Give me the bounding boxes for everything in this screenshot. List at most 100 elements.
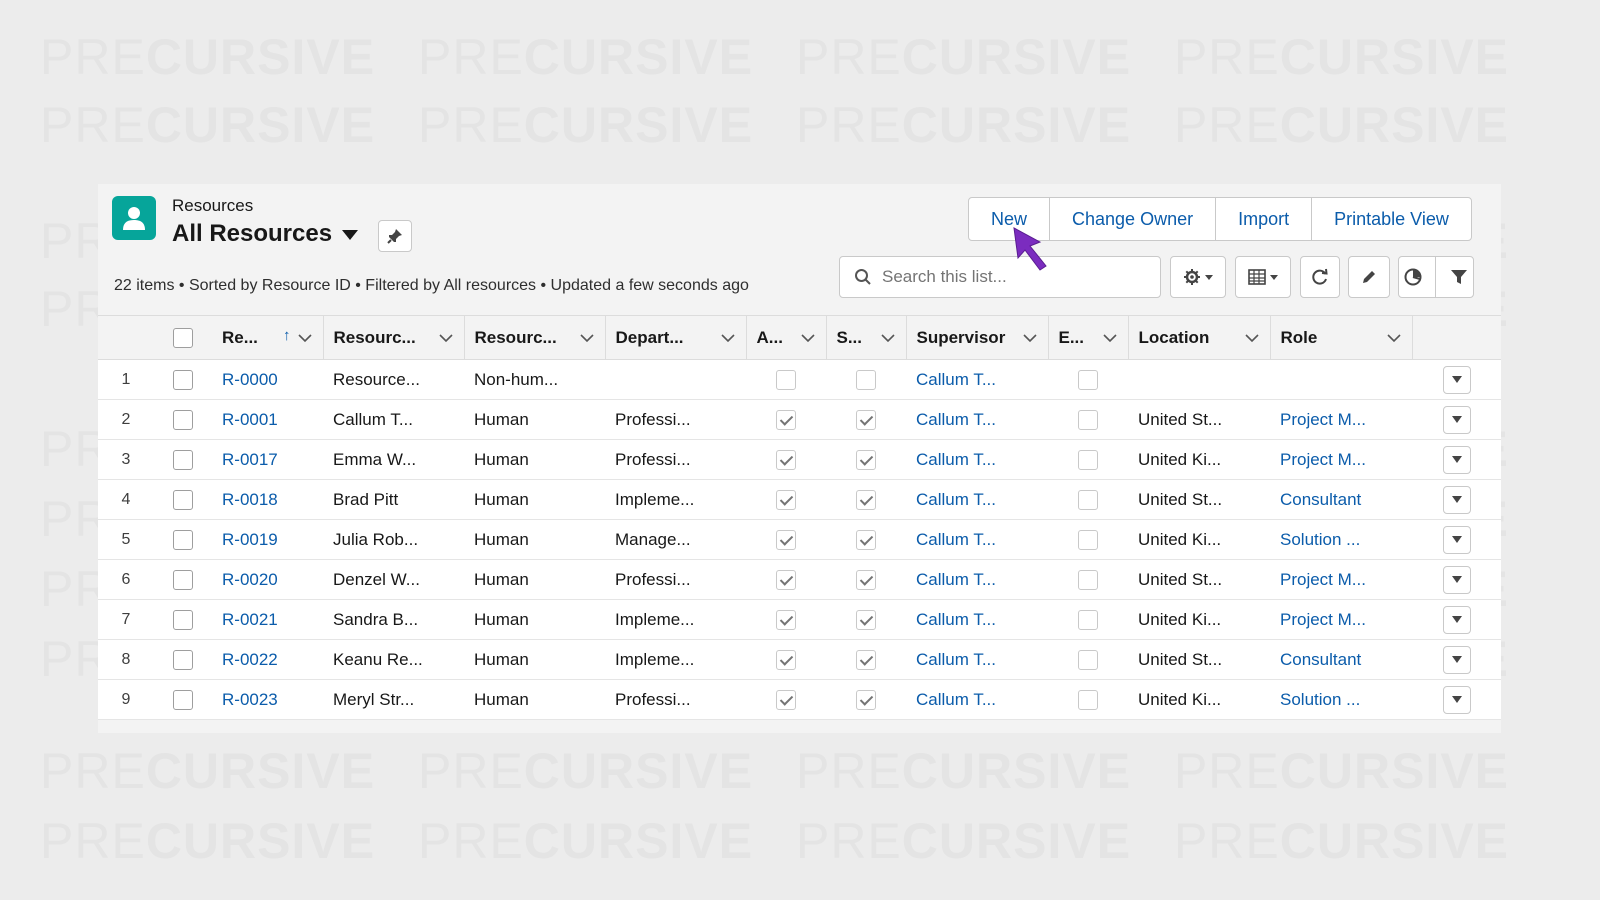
checkbox-cell <box>1048 479 1128 520</box>
resource-name-cell: Keanu Re... <box>323 639 464 680</box>
readonly-checkbox <box>776 569 796 590</box>
row-actions-cell <box>1412 519 1501 560</box>
role-link[interactable]: Solution ... <box>1270 679 1412 720</box>
column-header[interactable]: S... <box>826 315 907 360</box>
column-header[interactable]: E... <box>1048 315 1129 360</box>
resource-id-link[interactable]: R-0021 <box>212 599 323 640</box>
chevron-down-icon[interactable] <box>297 330 313 346</box>
role-link[interactable]: Consultant <box>1270 479 1412 520</box>
chevron-down-icon[interactable] <box>720 330 736 346</box>
row-select-checkbox[interactable] <box>173 529 193 550</box>
column-header[interactable]: Resourc... <box>323 315 465 360</box>
chart-icon[interactable] <box>1404 268 1422 286</box>
resource-name-cell: Callum T... <box>323 399 464 440</box>
select-cell <box>154 359 212 400</box>
list-settings-button[interactable] <box>1170 256 1226 298</box>
chevron-down-icon[interactable] <box>579 330 595 346</box>
row-select-checkbox[interactable] <box>173 649 193 670</box>
column-header[interactable]: Resourc... <box>464 315 606 360</box>
row-select-checkbox[interactable] <box>173 609 193 630</box>
supervisor-link[interactable]: Callum T... <box>906 439 1048 480</box>
role-link[interactable]: Solution ... <box>1270 519 1412 560</box>
role-link[interactable]: Project M... <box>1270 439 1412 480</box>
resource-id-link[interactable]: R-0017 <box>212 439 323 480</box>
pin-button[interactable] <box>378 220 412 252</box>
row-actions-button[interactable] <box>1442 605 1471 634</box>
resource-id-link[interactable]: R-0023 <box>212 679 323 720</box>
readonly-checkbox <box>856 529 876 550</box>
supervisor-link[interactable]: Callum T... <box>906 399 1048 440</box>
resource-id-link[interactable]: R-0000 <box>212 359 323 400</box>
row-actions-button[interactable] <box>1442 565 1471 594</box>
select-all-checkbox[interactable] <box>173 327 193 348</box>
column-header[interactable]: Re... ↑ <box>212 315 324 360</box>
row-actions-button[interactable] <box>1442 685 1471 714</box>
role-link[interactable]: Project M... <box>1270 399 1412 440</box>
role-link[interactable] <box>1270 359 1412 400</box>
resource-id-link[interactable]: R-0020 <box>212 559 323 600</box>
supervisor-link[interactable]: Callum T... <box>906 639 1048 680</box>
supervisor-link[interactable]: Callum T... <box>906 679 1048 720</box>
printable-view-button[interactable]: Printable View <box>1312 198 1471 240</box>
department-cell: Professi... <box>605 399 746 440</box>
select-cell <box>154 599 212 640</box>
resource-type-cell: Human <box>464 559 605 600</box>
import-button[interactable]: Import <box>1216 198 1313 240</box>
chevron-down-icon[interactable] <box>1244 330 1260 346</box>
display-as-button[interactable] <box>1235 256 1291 298</box>
column-header[interactable]: Location <box>1128 315 1271 360</box>
row-select-checkbox[interactable] <box>173 369 193 390</box>
supervisor-link[interactable]: Callum T... <box>906 599 1048 640</box>
readonly-checkbox <box>1078 489 1098 510</box>
chevron-down-icon[interactable] <box>800 330 816 346</box>
checkbox-cell <box>826 639 906 680</box>
chevron-down-icon <box>1451 496 1462 503</box>
list-view-selector[interactable]: All Resources <box>172 220 359 248</box>
row-select-checkbox[interactable] <box>173 569 193 590</box>
supervisor-link[interactable]: Callum T... <box>906 519 1048 560</box>
table-icon <box>1248 269 1266 285</box>
role-link[interactable]: Project M... <box>1270 599 1412 640</box>
column-header[interactable]: Supervisor <box>906 315 1049 360</box>
edit-list-button[interactable] <box>1348 256 1390 298</box>
search-box[interactable] <box>839 256 1161 298</box>
row-select-checkbox[interactable] <box>173 489 193 510</box>
department-cell: Professi... <box>605 679 746 720</box>
row-actions-button[interactable] <box>1442 525 1471 554</box>
column-header[interactable]: Role <box>1270 315 1413 360</box>
resource-name-cell: Sandra B... <box>323 599 464 640</box>
column-header[interactable]: Depart... <box>605 315 747 360</box>
resource-id-link[interactable]: R-0019 <box>212 519 323 560</box>
supervisor-link[interactable]: Callum T... <box>906 479 1048 520</box>
chevron-down-icon[interactable] <box>880 330 896 346</box>
chevron-down-icon <box>1451 696 1462 703</box>
chevron-down-icon <box>1451 416 1462 423</box>
chevron-down-icon[interactable] <box>1386 330 1402 346</box>
row-actions-button[interactable] <box>1442 405 1471 434</box>
row-actions-button[interactable] <box>1442 645 1471 674</box>
column-header[interactable]: A... <box>746 315 827 360</box>
chevron-down-icon[interactable] <box>438 330 454 346</box>
change-owner-button[interactable]: Change Owner <box>1050 198 1217 240</box>
column-label: Role <box>1280 327 1318 347</box>
row-number: 5 <box>98 519 154 560</box>
resource-id-link[interactable]: R-0001 <box>212 399 323 440</box>
checkbox-cell <box>826 439 906 480</box>
resource-id-link[interactable]: R-0018 <box>212 479 323 520</box>
table-row: 8 R-0022 Keanu Re... Human Impleme... Callum … <box>98 639 1501 680</box>
row-select-checkbox[interactable] <box>173 689 193 710</box>
row-select-checkbox[interactable] <box>173 409 193 430</box>
row-select-checkbox[interactable] <box>173 449 193 470</box>
filter-icon[interactable] <box>1450 268 1468 286</box>
row-actions-button[interactable] <box>1442 365 1471 394</box>
role-link[interactable]: Project M... <box>1270 559 1412 600</box>
supervisor-link[interactable]: Callum T... <box>906 359 1048 400</box>
chevron-down-icon[interactable] <box>1022 330 1038 346</box>
refresh-button[interactable] <box>1300 256 1340 298</box>
resource-id-link[interactable]: R-0022 <box>212 639 323 680</box>
supervisor-link[interactable]: Callum T... <box>906 559 1048 600</box>
chevron-down-icon[interactable] <box>1102 330 1118 346</box>
row-actions-button[interactable] <box>1442 445 1471 474</box>
role-link[interactable]: Consultant <box>1270 639 1412 680</box>
row-actions-button[interactable] <box>1442 485 1471 514</box>
